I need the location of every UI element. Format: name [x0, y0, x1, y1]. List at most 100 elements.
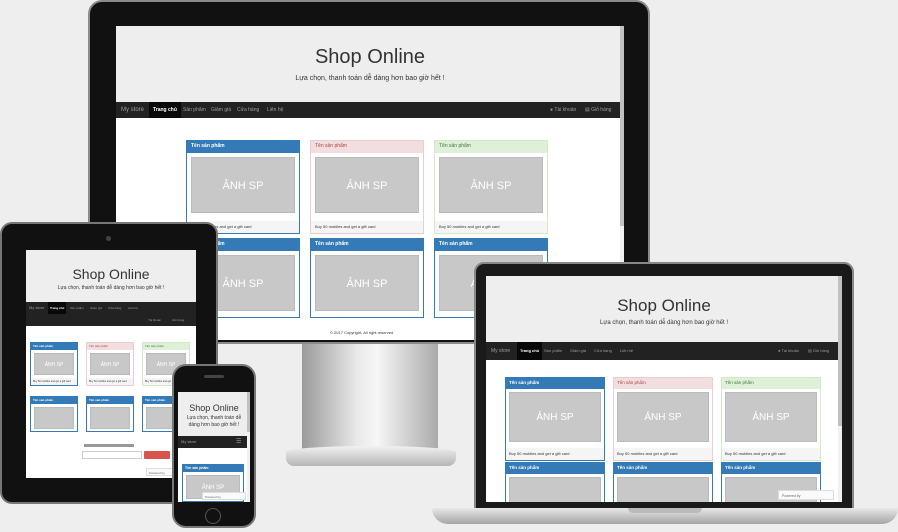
- site-title: Shop Online: [617, 296, 711, 315]
- product-card-footer: Buy 50 mobiles and get a gift card: [435, 221, 547, 233]
- navbar: My store Trang chủ Sản phẩm Giảm giá Cửa…: [486, 342, 842, 360]
- phone-home-button: [205, 508, 221, 524]
- scrollbar-thumb[interactable]: [620, 26, 624, 226]
- product-card[interactable]: Tên sản phẩm: [30, 396, 78, 432]
- nav-item-stores[interactable]: Cửa hàng: [234, 102, 262, 118]
- nav-item-home[interactable]: Trang chủ: [48, 302, 67, 314]
- navbar-brand[interactable]: My store: [29, 302, 44, 314]
- navbar-brand[interactable]: My store: [181, 436, 196, 448]
- product-card[interactable]: Tên sản phẩm ẢNH SP Buy 50 mobiles and g…: [186, 140, 300, 234]
- product-card-footer: Buy 50 mobiles and get a gift card: [506, 448, 604, 460]
- product-card-heading: Tên sản phẩm: [435, 239, 547, 251]
- copyright-text: © 2017 Copyright, All right reserved: [330, 330, 394, 335]
- nav-item-sale[interactable]: Giảm giá: [570, 342, 586, 360]
- nav-item-products[interactable]: Sản phẩm: [180, 102, 209, 118]
- nav-account[interactable]: Tài khoản: [148, 314, 161, 326]
- nav-account[interactable]: ● Tài khoản: [778, 342, 799, 360]
- laptop-screen: Shop Online Lựa chọn, thanh toán dễ dàng…: [486, 276, 842, 502]
- nav-cart[interactable]: ▤ Giỏ hàng: [585, 102, 611, 118]
- jumbotron: Shop Online Lựa chọn, thanh toán dễ dàng…: [486, 276, 842, 342]
- product-card-heading: Tên sản phẩm: [183, 465, 243, 472]
- navbar-brand[interactable]: My store: [121, 102, 144, 118]
- tablet-camera: [106, 236, 111, 241]
- footer-text: [84, 444, 134, 447]
- nav-item-contact[interactable]: Liên hệ: [620, 342, 633, 360]
- product-image-placeholder: ẢNH SP: [90, 353, 130, 375]
- powered-by-badge: Powered by: [778, 490, 834, 500]
- nav-item-home[interactable]: Trang chủ: [149, 102, 181, 118]
- product-card[interactable]: Tên sản phẩm ẢNH SP Buy 50 mobiles and g…: [310, 140, 424, 234]
- product-card-heading: Tên sản phẩm: [435, 141, 547, 153]
- product-card-heading: Tên sản phẩm: [87, 397, 133, 404]
- tablet-screen: Shop Online Lựa chọn, thanh toán dễ dàng…: [26, 250, 196, 478]
- nav-item-contact[interactable]: Liên hệ: [128, 302, 138, 314]
- product-image-placeholder: ẢNH SP: [315, 255, 419, 311]
- product-card-heading: Tên sản phẩm: [722, 378, 820, 389]
- nav-item-products[interactable]: Sản phẩm: [70, 302, 84, 314]
- nav-item-stores[interactable]: Cửa hàng: [594, 342, 612, 360]
- jumbotron: Shop Online Lựa chọn, thanh toán dễ dàng…: [26, 250, 196, 302]
- navbar-brand[interactable]: My store: [491, 342, 510, 360]
- product-image-placeholder: [34, 407, 74, 429]
- account-label: Tài khoản: [781, 348, 800, 353]
- nav-item-contact[interactable]: Liên hệ: [264, 102, 286, 118]
- product-card-footer: Buy 50 mobiles and get a gift card: [87, 378, 133, 385]
- site-title: Shop Online: [314, 46, 426, 68]
- powered-by-label: Powered by: [205, 495, 221, 499]
- site-tagline: Lựa chọn, thanh toán dễ dàng hơn bao giờ…: [600, 320, 728, 326]
- nav-account[interactable]: ● Tài khoản: [550, 102, 576, 118]
- product-card-heading: Tên sản phẩm: [614, 463, 712, 474]
- product-card[interactable]: Tên sản phẩm ẢNH SP Buy 50 mobiles and g…: [86, 342, 134, 386]
- navbar: My store Trang chủ Sản phẩm Giảm giá Cửa…: [116, 102, 624, 118]
- scrollbar[interactable]: [838, 276, 842, 502]
- scrollbar-thumb[interactable]: [838, 276, 842, 426]
- product-card[interactable]: Tên sản phẩm ẢNH SP Buy 50 mobiles and g…: [434, 140, 548, 234]
- subscribe-input[interactable]: [82, 451, 142, 459]
- product-image-placeholder: ẢNH SP: [617, 392, 709, 442]
- monitor-base: [286, 446, 456, 466]
- menu-toggle-button[interactable]: ☰: [236, 436, 241, 448]
- nav-cart[interactable]: Giỏ hàng: [172, 314, 184, 326]
- nav-item-home[interactable]: Trang chủ: [517, 342, 543, 360]
- product-card-heading: Tên sản phẩm: [506, 463, 604, 474]
- phone-speaker: [204, 375, 224, 378]
- site-tagline: Lựa chọn, thanh toán dễ dàng hơn bao giờ…: [186, 415, 242, 428]
- nav-item-stores[interactable]: Cửa hàng: [108, 302, 121, 314]
- nav-item-sale[interactable]: Giảm giá: [208, 102, 234, 118]
- product-card[interactable]: Tên sản phẩm ẢNH SP Buy 50 mobiles and g…: [721, 377, 821, 461]
- product-card-heading: Tên sản phẩm: [187, 141, 299, 153]
- product-card-footer: Buy 50 mobiles and get a gift card: [722, 448, 820, 460]
- account-label: Tài khoản: [554, 107, 577, 113]
- nav-item-sale[interactable]: Giảm giá: [90, 302, 102, 314]
- product-card-heading: Tên sản phẩm: [31, 397, 77, 404]
- product-card-heading: Tên sản phẩm: [614, 378, 712, 389]
- scrollbar-thumb[interactable]: [247, 392, 250, 432]
- product-image-placeholder: ẢNH SP: [509, 392, 601, 442]
- cart-label: Giỏ hàng: [812, 348, 830, 353]
- product-card[interactable]: Tên sản phẩm: [613, 462, 713, 502]
- product-card[interactable]: Tên sản phẩm ẢNH SP Buy 50 mobiles and g…: [30, 342, 78, 386]
- product-card-footer: Buy 50 mobiles and get a gift card: [31, 378, 77, 385]
- monitor-stand: [302, 344, 438, 454]
- product-card[interactable]: Tên sản phẩm: [505, 462, 605, 502]
- product-card[interactable]: Tên sản phẩm ẢNH SP Buy 50 mobiles and g…: [505, 377, 605, 461]
- product-image-placeholder: ẢNH SP: [34, 353, 74, 375]
- nav-cart[interactable]: ▤ Giỏ hàng: [808, 342, 829, 360]
- jumbotron: Shop Online Lựa chọn, thanh toán dễ dàng…: [178, 392, 250, 436]
- product-card-heading: Tên sản phẩm: [311, 239, 423, 251]
- scrollbar[interactable]: [247, 392, 250, 502]
- powered-by-badge: Powered by: [202, 492, 246, 500]
- navbar: My store ☰: [178, 436, 250, 448]
- cart-label: Giỏ hàng: [591, 107, 612, 113]
- nav-item-products[interactable]: Sản phẩm: [544, 342, 562, 360]
- subscribe-button[interactable]: [144, 451, 170, 459]
- product-card[interactable]: Tên sản phẩm: [86, 396, 134, 432]
- powered-by-label: Powered by: [149, 471, 165, 475]
- product-image-placeholder: ẢNH SP: [725, 392, 817, 442]
- product-card[interactable]: Tên sản phẩm ẢNH SP: [310, 238, 424, 318]
- product-card[interactable]: Tên sản phẩm ẢNH SP Buy 50 mobiles and g…: [613, 377, 713, 461]
- jumbotron: Shop Online Lựa chọn, thanh toán dễ dàng…: [116, 26, 624, 102]
- product-image-placeholder: [90, 407, 130, 429]
- powered-by-label: Powered by: [782, 494, 801, 498]
- product-image-placeholder: [617, 477, 709, 502]
